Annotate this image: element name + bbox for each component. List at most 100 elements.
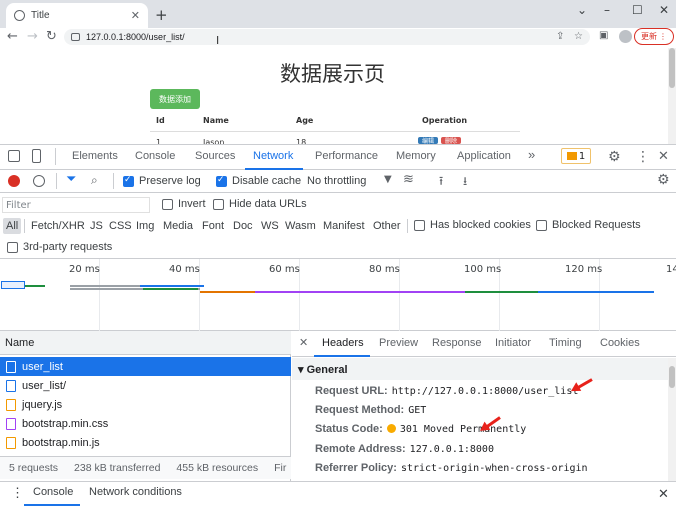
more-icon: ⋮	[659, 32, 667, 41]
detail-close-icon[interactable]: ✕	[299, 336, 308, 349]
tab-preview[interactable]: Preview	[379, 337, 418, 349]
device-toolbar-icon[interactable]	[32, 149, 41, 163]
import-har-icon[interactable]: ⭱	[439, 172, 443, 193]
forward-arrow-icon[interactable]: →	[27, 29, 38, 44]
chevron-down-icon[interactable]: ▼	[384, 174, 392, 185]
clear-icon[interactable]	[33, 175, 45, 187]
type-filter-js[interactable]: JS	[87, 218, 106, 234]
drawer-tab-network-conditions[interactable]: Network conditions	[89, 486, 182, 498]
request-row-jquery[interactable]: jquery.js	[0, 395, 291, 414]
annotation-arrow	[573, 378, 593, 391]
record-button[interactable]	[8, 175, 20, 187]
request-row-bootstrap-css[interactable]: bootstrap.min.css	[0, 414, 291, 433]
warning-badge[interactable]: 1	[561, 148, 591, 164]
type-filter-fetch-xhr[interactable]: Fetch/XHR	[28, 218, 88, 234]
disable-cache-checkbox[interactable]	[216, 175, 227, 187]
type-filter-other[interactable]: Other	[370, 218, 404, 234]
filter-funnel-icon[interactable]: ⏷	[66, 172, 76, 187]
tab-headers[interactable]: Headers	[322, 337, 364, 349]
type-filter-doc[interactable]: Doc	[230, 218, 256, 234]
type-filter-ws[interactable]: WS	[258, 218, 282, 234]
type-filter-wasm[interactable]: Wasm	[282, 218, 319, 234]
share-icon[interactable]: ⇪	[556, 31, 564, 42]
tab-timing[interactable]: Timing	[549, 337, 582, 349]
type-filter-all[interactable]: All	[3, 218, 22, 234]
tab-response[interactable]: Response	[432, 337, 482, 349]
blocked-requests-checkbox[interactable]	[536, 220, 547, 231]
new-tab-button[interactable]: +	[155, 6, 168, 24]
info-icon[interactable]	[71, 33, 80, 41]
type-filter-font[interactable]: Font	[199, 218, 227, 234]
reload-icon[interactable]: ↻	[46, 29, 57, 44]
page-scrollbar[interactable]	[668, 48, 676, 144]
preserve-log-checkbox[interactable]	[123, 175, 134, 187]
active-detail-tab-indicator	[314, 355, 370, 357]
maximize-button[interactable]: ☐	[632, 3, 643, 17]
update-button[interactable]: 更新 ⋮	[634, 28, 674, 45]
request-row-user-list-slash[interactable]: user_list/	[0, 376, 291, 395]
address-bar[interactable]: 127.0.0.1:8000/user_list/	[64, 29, 590, 45]
request-row-bootstrap-js[interactable]: bootstrap.min.js	[0, 433, 291, 452]
detail-scrollbar[interactable]	[668, 358, 676, 481]
devtools-close-icon[interactable]: ✕	[658, 149, 669, 164]
tab-memory[interactable]: Memory	[396, 150, 436, 162]
tab-application[interactable]: Application	[457, 150, 511, 162]
timeline-selection[interactable]	[1, 281, 25, 289]
has-blocked-cookies-checkbox[interactable]	[414, 220, 425, 231]
edit-button[interactable]: 编辑	[418, 137, 438, 145]
type-filter-css[interactable]: CSS	[106, 218, 135, 234]
tab-initiator[interactable]: Initiator	[495, 337, 531, 349]
devtools-menu-icon[interactable]: ⋮	[636, 149, 650, 165]
toolbar-divider	[55, 148, 56, 165]
wifi-settings-icon[interactable]: ≋	[403, 172, 414, 187]
name-column-header[interactable]: Name	[0, 331, 291, 355]
window-close-button[interactable]: ✕	[659, 3, 669, 17]
drawer-menu-icon[interactable]: ⋮	[11, 485, 24, 501]
script-icon	[6, 436, 16, 449]
back-arrow-icon[interactable]: ←	[7, 29, 18, 44]
third-party-checkbox[interactable]	[7, 242, 18, 253]
request-name: bootstrap.min.css	[22, 417, 109, 430]
delete-button[interactable]: 删除	[441, 137, 461, 145]
tab-elements[interactable]: Elements	[72, 150, 118, 162]
toolbar-divider	[56, 173, 57, 189]
inspect-element-icon[interactable]	[8, 150, 20, 162]
browser-tab[interactable]: Title ✕	[6, 3, 148, 28]
network-settings-gear-icon[interactable]: ⚙	[657, 172, 670, 188]
side-panel-icon[interactable]: ▣	[599, 30, 608, 41]
add-data-button[interactable]: 数据添加	[150, 89, 200, 109]
request-row-user-list[interactable]: user_list	[0, 357, 291, 376]
filter-divider	[407, 219, 408, 233]
tab-performance[interactable]: Performance	[315, 150, 378, 162]
chevron-down-icon[interactable]: ⌄	[577, 3, 587, 17]
hide-data-urls-checkbox[interactable]	[213, 199, 224, 210]
transferred-size: 238 kB transferred	[74, 462, 161, 474]
disable-cache-label: Disable cache	[232, 175, 302, 187]
drawer-close-icon[interactable]: ✕	[658, 486, 669, 502]
type-filter-media[interactable]: Media	[160, 218, 196, 234]
type-filter-manifest[interactable]: Manifest	[320, 218, 368, 234]
type-filter-img[interactable]: Img	[133, 218, 157, 234]
export-har-icon[interactable]: ⭳	[463, 172, 467, 193]
avatar[interactable]	[619, 30, 632, 43]
search-icon[interactable]: ⌕	[91, 173, 98, 188]
filter-input[interactable]: Filter	[2, 197, 150, 213]
general-section-header[interactable]: ▾ General	[292, 358, 668, 380]
tab-cookies[interactable]: Cookies	[600, 337, 640, 349]
tab-sources[interactable]: Sources	[195, 150, 235, 162]
resources-size: 455 kB resources	[176, 462, 259, 474]
settings-gear-icon[interactable]: ⚙	[608, 149, 621, 165]
throttling-select[interactable]: No throttling	[307, 175, 366, 187]
minimize-button[interactable]: –	[604, 3, 610, 17]
more-tabs-icon[interactable]: »	[528, 147, 535, 162]
star-icon[interactable]: ☆	[574, 31, 583, 42]
tab-console[interactable]: Console	[135, 150, 175, 162]
tab-network[interactable]: Network	[253, 150, 293, 162]
timeline-bar	[140, 285, 204, 287]
preserve-log-label: Preserve log	[139, 175, 201, 187]
timeline-tick: 120 ms	[565, 264, 603, 275]
address-url: 127.0.0.1:8000/user_list/	[86, 32, 185, 42]
invert-checkbox[interactable]	[162, 199, 173, 210]
drawer-tab-console[interactable]: Console	[33, 486, 73, 498]
tab-close-icon[interactable]: ✕	[131, 9, 140, 22]
